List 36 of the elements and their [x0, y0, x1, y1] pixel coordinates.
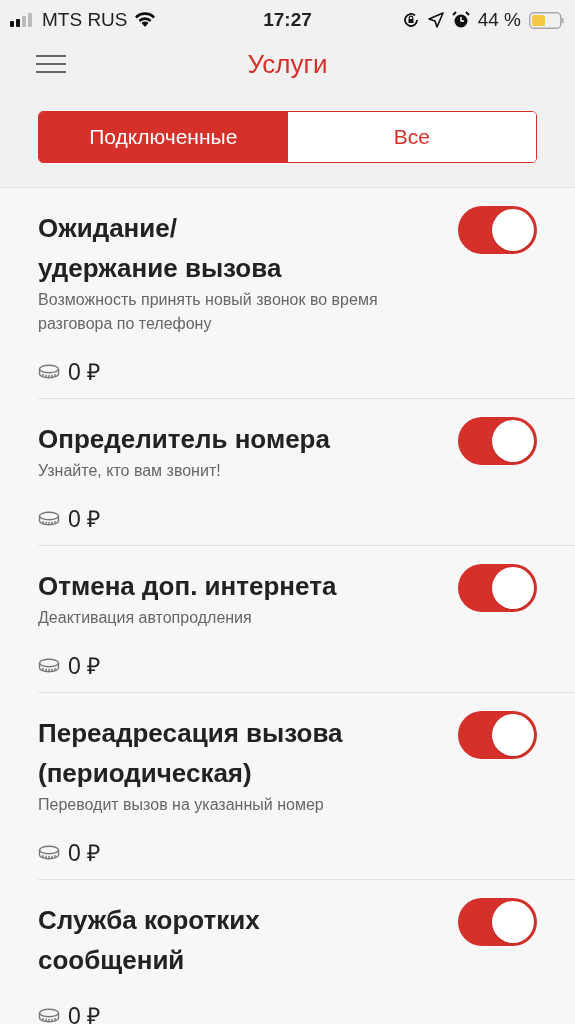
- toggle-switch[interactable]: [458, 417, 537, 465]
- coin-icon: [38, 364, 60, 380]
- service-price: 0 ₽: [68, 1002, 101, 1024]
- wifi-icon: [133, 12, 156, 28]
- service-price: 0 ₽: [68, 839, 101, 867]
- service-description: Узнайте, кто вам звонит!: [38, 461, 222, 481]
- page-title: Услуги: [247, 47, 328, 81]
- battery-icon: [529, 11, 565, 29]
- toggle-switch[interactable]: [458, 711, 537, 759]
- service-price: 0 ₽: [68, 652, 101, 680]
- service-price: 0 ₽: [68, 505, 101, 533]
- service-description: Переводит вызов на указанный номер: [38, 795, 325, 815]
- coin-icon: [38, 845, 60, 861]
- location-icon: [427, 12, 444, 28]
- service-price: 0 ₽: [68, 358, 101, 386]
- alarm-icon: [451, 11, 470, 29]
- battery-percent: 44 %: [477, 7, 521, 32]
- coin-icon: [38, 1008, 60, 1024]
- service-title: Ожидание/ удержание вызова: [38, 212, 283, 285]
- coin-icon: [38, 511, 60, 527]
- coin-icon: [38, 658, 60, 674]
- service-title: Переадресация вызова (периодическая): [38, 717, 344, 790]
- service-title: Отмена доп. интернета: [38, 570, 338, 603]
- service-title: Служба коротких сообщений: [38, 904, 261, 977]
- clock-time: 17:27: [263, 7, 312, 32]
- tab[interactable]: Все: [287, 112, 536, 162]
- service-description: Деактивация автопродления: [38, 608, 253, 628]
- service-description: Возможность принять новый звонок во время разговора по телефону: [38, 290, 379, 334]
- carrier-name: MTS RUS: [42, 7, 128, 32]
- tab[interactable]: Подключенные: [39, 112, 288, 162]
- toggle-switch[interactable]: [458, 206, 537, 254]
- menu-icon[interactable]: [36, 55, 66, 73]
- service-title: Определитель номера: [38, 423, 331, 456]
- toggle-switch[interactable]: [458, 898, 537, 946]
- rotation-lock-icon: [401, 11, 420, 29]
- toggle-switch[interactable]: [458, 564, 537, 612]
